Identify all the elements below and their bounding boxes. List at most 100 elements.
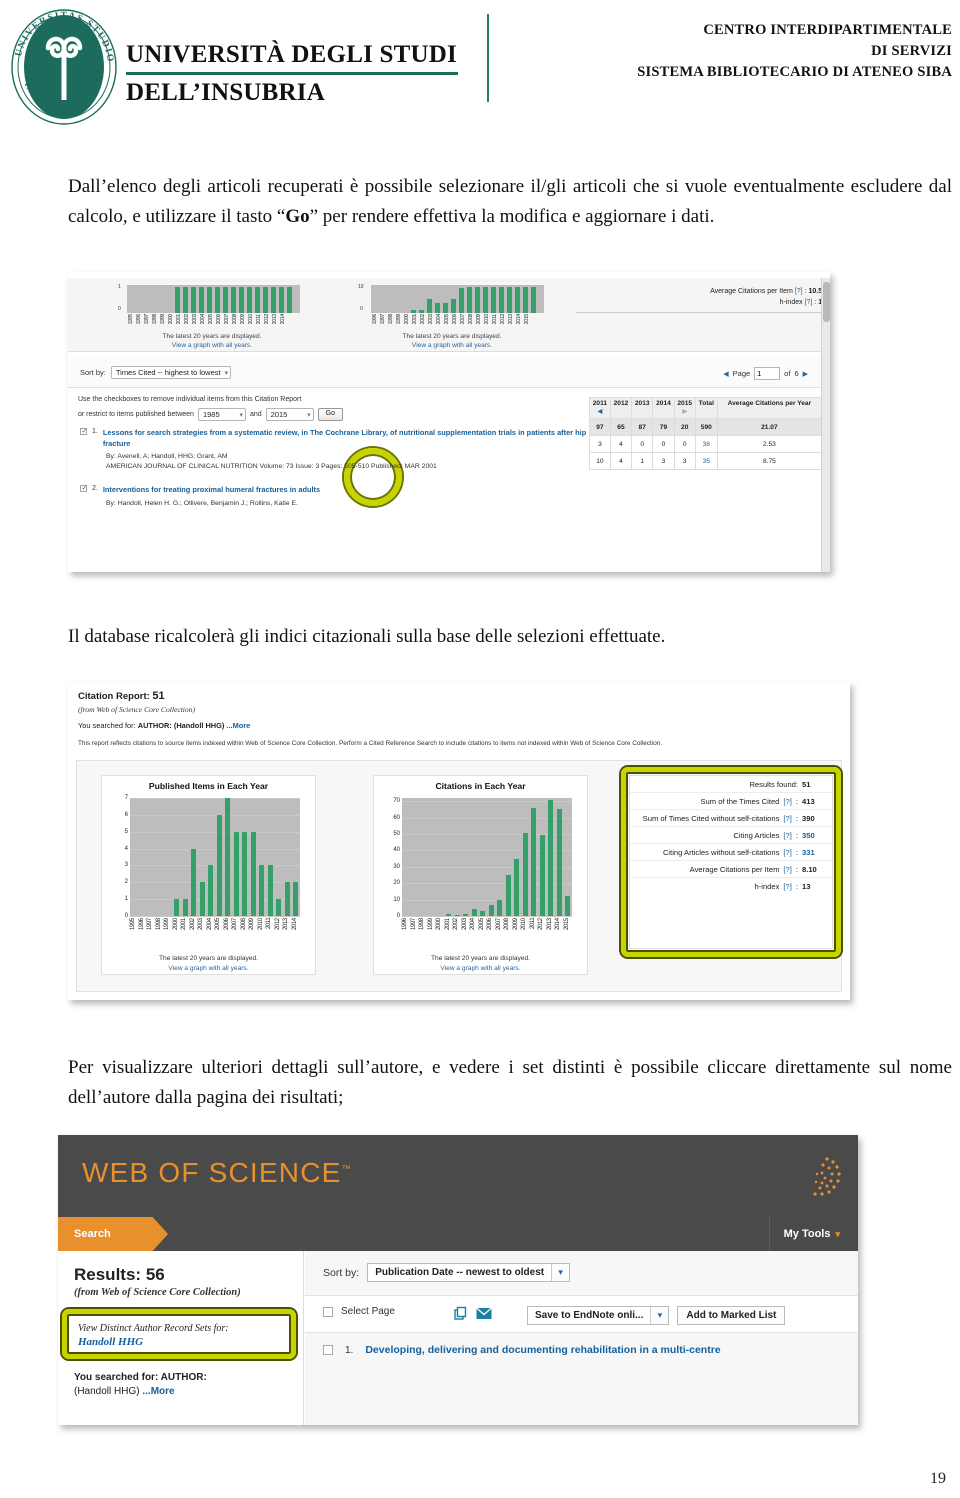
mini-xlabel: 2005 [208, 314, 214, 325]
go-button[interactable]: Go [317, 408, 343, 421]
mini-xlabel: 2004 [200, 314, 206, 325]
chart-gridline [402, 834, 572, 836]
select-page-control[interactable]: Select Page [323, 1306, 395, 1317]
chart-gridline [402, 899, 572, 901]
chart-gridline [130, 865, 300, 867]
chart-ytick: 6 [124, 811, 128, 818]
s2-more-link[interactable]: ...More [226, 721, 250, 730]
record-1-title[interactable]: Lessons for search strategies from a sys… [103, 428, 600, 449]
wos-banner: WEB OF SCIENCE™ [58, 1135, 858, 1217]
col-2015: 2015 ▶ [673, 397, 696, 419]
mini-chart-citations: 10 0 1996 1997 1998 1999 2000 2001 2002 2003 200… [358, 282, 558, 349]
mini-xlabel: 2000 [404, 314, 410, 325]
chart-ytick: 5 [124, 828, 128, 835]
wos-more-link[interactable]: ...More [142, 1386, 174, 1397]
record-2-title[interactable]: Interventions for treating proximal hume… [103, 485, 600, 496]
s1-left-column: Use the checkboxes to remove individual … [78, 394, 598, 421]
chart-bar [233, 831, 239, 916]
university-line1: UNIVERSITÀ DEGLI STUDI [126, 41, 457, 69]
chart-xlabel: 2001 [444, 918, 451, 930]
my-tools-menu[interactable]: My Tools ▾ [768, 1217, 840, 1251]
chart-xlabel: 1999 [164, 918, 170, 930]
view-all-years-link-a[interactable]: View a graph with all years. [112, 341, 312, 350]
s1-scrollbar-thumb[interactable] [823, 282, 830, 322]
s2-searched-for: You searched for: AUTHOR: (Handoll HHG) … [78, 721, 251, 730]
mini-xlabel: 2001 [176, 314, 182, 325]
chart-xlabel: 2002 [189, 918, 196, 930]
col-2011: 2011 ◀ [589, 397, 611, 419]
col-total: Total [694, 397, 718, 419]
help-icon-hindex[interactable]: [?] [805, 299, 813, 306]
record-2-checkbox[interactable] [80, 484, 87, 492]
tab-search[interactable]: Search [58, 1217, 168, 1251]
mini-xlabel: 2009 [240, 314, 246, 325]
chart-1-title: Published Items in Each Year [148, 781, 269, 791]
chart-2-view-all-years-link[interactable]: View a graph with all years. [374, 964, 587, 974]
chart-xlabel: 2009 [512, 918, 519, 930]
s1-page-label: Page [732, 369, 751, 378]
wos-sort-select[interactable]: Publication Date -- newest to oldest ▾ [367, 1263, 571, 1282]
prev-page-icon[interactable]: ◀ [723, 370, 728, 378]
chart-ytick: 1 [124, 896, 128, 903]
page-number: 19 [930, 1470, 946, 1487]
mini-xlabel: 2003 [428, 314, 434, 325]
wos-sort-row: Sort by: Publication Date -- newest to o… [323, 1263, 571, 1282]
university-line2: DELL’INSUBRIA [126, 78, 325, 106]
mini-xlabel: 2008 [232, 314, 238, 325]
record-1-checkbox[interactable] [80, 427, 87, 435]
mini-xlabel: 2007 [224, 314, 230, 325]
add-to-marked-list-button[interactable]: Add to Marked List [677, 1306, 786, 1325]
view-all-years-link-b[interactable]: View a graph with all years. [352, 341, 552, 350]
chart-xlabel: 2010 [257, 918, 264, 930]
mini-xlabel: 2013 [508, 314, 514, 325]
mini-xlabel: 2002 [184, 314, 190, 325]
chart-xlabel: 2011 [266, 918, 272, 930]
table-prev-year-icon[interactable]: ◀ [591, 408, 609, 416]
s1-page-input[interactable] [754, 367, 781, 380]
chart-ytick: 30 [393, 863, 400, 870]
result-1-title[interactable]: Developing, delivering and documenting r… [365, 1344, 720, 1356]
chart-xlabel: 2000 [436, 918, 442, 930]
university-name: UNIVERSITÀ DEGLI STUDI DELL’INSUBRIA [126, 26, 458, 108]
chevron-down-icon: ▾ [224, 369, 229, 377]
chart-xlabel: 2005 [478, 918, 485, 930]
chart-gridline [130, 916, 300, 917]
print-icon[interactable] [453, 1306, 468, 1326]
mini-xlabel: 1996 [372, 314, 378, 325]
chart-ytick: 70 [393, 798, 400, 805]
s1-sort-label: Sort by: [80, 368, 106, 377]
chart-gridline [130, 814, 300, 816]
s1-record-2: 2. Interventions for treating proximal h… [80, 484, 600, 509]
chevron-down-icon: ▾ [835, 1228, 840, 1239]
s1-year-from-select[interactable]: 1985 ▾ [197, 408, 246, 421]
mini-xlabel: 2009 [476, 314, 482, 325]
chart-bar [199, 882, 205, 916]
chart-1-view-all-years-link[interactable]: View a graph with all years. [102, 964, 315, 974]
s1-sort-select[interactable]: Times Cited -- highest to lowest ▾ [110, 366, 232, 379]
s1-year-to-select[interactable]: 2015 ▾ [265, 408, 314, 421]
result-1-checkbox[interactable] [323, 1345, 333, 1355]
email-icon[interactable] [476, 1307, 492, 1325]
chart-xlabel: 2015 [563, 918, 570, 930]
chart-xlabel: 2008 [504, 918, 510, 930]
mini-xlabel: 2001 [412, 314, 418, 325]
table-next-year-icon[interactable]: ▶ [676, 408, 694, 416]
chart-2-plot: 0 10 20 30 40 50 60 70 [393, 798, 572, 919]
export-controls: Save to EndNote onli... ▾ Add to Marked … [527, 1306, 786, 1325]
chart-xlabel: 2014 [291, 918, 298, 930]
s2-charts-panel: Published Items in Each Year 0 1 2 3 4 5 6 7 19… [76, 760, 842, 992]
chart-published-items-in-each-year: Published Items in Each Year 0 1 2 3 4 5 6 7 19… [101, 775, 316, 975]
chart-ytick: 2 [124, 879, 128, 886]
wos-left-panel: Results: 56 (from Web of Science Core Co… [58, 1251, 304, 1425]
mini-xlabel: 2011 [256, 314, 262, 325]
paragraph-1: Dall’elenco degli articoli recuperati è … [68, 172, 952, 232]
table-row: 97 65 87 79 20 590 21.07 [589, 418, 823, 436]
s1-scrollbar[interactable] [821, 278, 830, 572]
select-page-checkbox[interactable] [323, 1306, 333, 1317]
help-icon-avg[interactable]: [?] [795, 288, 803, 295]
save-to-endnote-select[interactable]: Save to EndNote onli... ▾ [527, 1306, 670, 1325]
paragraph-2: Il database ricalcolerà gli indici citaz… [68, 626, 666, 647]
chart-xlabel: 1997 [147, 918, 153, 930]
chart-xlabel: 2012 [538, 918, 544, 930]
next-page-icon[interactable]: ▶ [803, 370, 808, 378]
